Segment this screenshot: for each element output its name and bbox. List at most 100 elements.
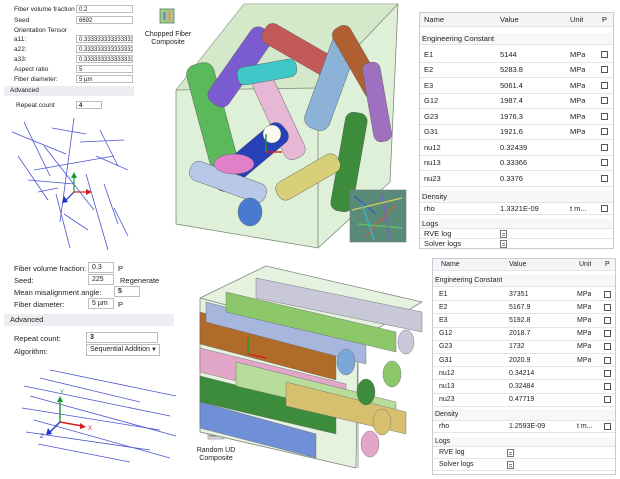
algorithm-select[interactable]: Sequential Addition ▼ (86, 344, 160, 356)
document-icon[interactable] (507, 448, 514, 457)
parameter-checkbox[interactable] (604, 316, 611, 324)
header-unit[interactable]: Unit (579, 259, 591, 270)
misalignment-angle-field[interactable]: 5 (114, 286, 140, 297)
parameter-checkbox[interactable] (601, 143, 608, 151)
table-row[interactable]: E1 37351 MPa (433, 288, 615, 302)
table-row[interactable]: nu13 0.33366 (420, 156, 613, 171)
a33-field[interactable]: 0.333333333333333 (76, 55, 133, 63)
a22-field[interactable]: 0.333333333333333 (76, 45, 133, 53)
table-row[interactable]: nu23 0.47719 (433, 394, 615, 407)
cell-name: G31 (424, 127, 439, 137)
group-density[interactable]: Density (420, 191, 613, 203)
table-row[interactable]: RVE log (420, 229, 613, 239)
table-row[interactable]: rho 1.2593E-09 t m... (433, 421, 615, 433)
folder-icon[interactable] (500, 239, 507, 248)
parameter-checkbox[interactable] (604, 396, 611, 404)
group-label: Engineering Constant (435, 277, 503, 284)
cell-unit: MPa (570, 49, 586, 59)
ud-fiber-volume-field[interactable]: 0.3 (88, 262, 114, 273)
group-engineering-constant[interactable]: Engineering Constant (433, 275, 615, 287)
aspect-ratio-label: Aspect ratio (14, 66, 49, 73)
table-row[interactable]: nu23 0.3376 (420, 171, 613, 187)
regenerate-button[interactable]: Regenerate (120, 276, 159, 285)
a11-field[interactable]: 0.333333333333333 (76, 35, 133, 43)
group-density[interactable]: Density (433, 409, 615, 421)
cell-unit: MPa (577, 330, 592, 338)
repeat-count-field[interactable]: 4 (76, 101, 102, 109)
parameter-checkbox[interactable] (601, 50, 608, 58)
random-ud-rve-view[interactable] (196, 262, 426, 470)
parameter-checkbox[interactable] (604, 356, 611, 364)
parameter-checkbox[interactable] (601, 174, 608, 182)
parameter-checkbox[interactable] (604, 330, 611, 338)
parameter-checkbox[interactable] (601, 205, 608, 212)
parameter-checkbox[interactable] (601, 66, 608, 74)
parameter-checkbox[interactable] (604, 303, 611, 311)
table-row[interactable]: RVE log (433, 447, 615, 459)
cell-value: 1921.6 (500, 127, 523, 137)
header-value[interactable]: Value (509, 259, 526, 270)
cell-name: nu23 (424, 173, 441, 183)
parameter-checkbox[interactable] (601, 159, 608, 167)
seed-field[interactable]: 6692 (76, 16, 133, 24)
ud-fiber-diameter-field[interactable]: 5 µm (88, 298, 114, 309)
header-p[interactable]: P (602, 13, 607, 26)
table-row[interactable]: G23 1732 MPa (433, 341, 615, 354)
parameter-checkbox[interactable] (604, 343, 611, 351)
cell-unit: MPa (577, 303, 592, 311)
group-logs[interactable]: Logs (433, 437, 615, 447)
group-engineering-constant[interactable]: Engineering Constant (420, 33, 613, 45)
table-row[interactable]: E3 5192.8 MPa (433, 314, 615, 328)
parameter-checkbox[interactable] (604, 290, 611, 298)
header-unit[interactable]: Unit (570, 13, 583, 26)
table-row[interactable]: G12 1987.4 MPa (420, 94, 613, 109)
table-row[interactable]: G12 2018.7 MPa (433, 328, 615, 341)
parameter-checkbox[interactable] (601, 81, 608, 89)
table-row[interactable]: E2 5167.9 MPa (433, 301, 615, 315)
header-name[interactable]: Name (424, 13, 444, 26)
parameter-checkbox[interactable] (601, 128, 608, 136)
parameter-checkbox[interactable] (604, 423, 611, 430)
table-row[interactable]: G31 1921.6 MPa (420, 125, 613, 140)
a33-label: a33: (14, 56, 27, 63)
ud-repeat-count-field[interactable]: 3 (86, 332, 158, 343)
parameter-checkbox[interactable] (604, 369, 611, 377)
table-row[interactable]: Solver logs (420, 239, 613, 248)
cell-value: 5192.8 (509, 316, 531, 324)
cell-name: E2 (424, 65, 434, 75)
ud-seed-field[interactable]: 225 (88, 274, 114, 285)
folder-icon[interactable] (507, 460, 514, 469)
aspect-ratio-field[interactable]: 5 (76, 65, 133, 73)
group-logs[interactable]: Logs (420, 219, 613, 229)
table-row[interactable]: E2 5283.8 MPa (420, 63, 613, 78)
header-value[interactable]: Value (500, 13, 519, 26)
ud-fiber-volume-param[interactable]: P (118, 264, 123, 273)
fiber-volume-field[interactable]: 0.2 (76, 5, 133, 13)
parameter-checkbox[interactable] (604, 382, 611, 390)
advanced-section-header[interactable]: Advanced (4, 86, 134, 96)
table-row[interactable]: nu12 0.32439 (420, 140, 613, 156)
table-row[interactable]: E3 5061.4 MPa (420, 78, 613, 94)
table-row[interactable]: nu12 0.34214 (433, 367, 615, 381)
parameter-checkbox[interactable] (601, 112, 608, 120)
table-row[interactable]: G23 1976.3 MPa (420, 109, 613, 125)
ud-advanced-section-header[interactable]: Advanced (4, 314, 174, 326)
parameter-checkbox[interactable] (601, 97, 608, 105)
table-row[interactable]: nu13 0.32484 (433, 380, 615, 394)
header-name[interactable]: Name (441, 259, 460, 270)
z-axis-label: Z (40, 434, 44, 440)
ud-fiber-diameter-param[interactable]: P (118, 300, 123, 309)
cell-unit: MPa (570, 127, 586, 137)
table-row[interactable]: Solver logs (433, 459, 615, 471)
cell-name: E2 (439, 303, 448, 311)
group-label: Logs (435, 438, 451, 445)
group-label: Density (435, 411, 459, 418)
table-row[interactable]: G31 2020.9 MPa (433, 354, 615, 368)
ud-fiber-orientation-viewport[interactable]: Y X Z (20, 366, 180, 466)
header-p[interactable]: P (605, 259, 610, 270)
fiber-diameter-field[interactable]: 5 µm (76, 75, 133, 83)
document-icon[interactable] (500, 229, 507, 238)
table-row[interactable]: E1 5144 MPa (420, 47, 613, 63)
table-row[interactable]: rho 1.3321E-09 t m... (420, 203, 613, 215)
fiber-orientation-viewport[interactable] (4, 112, 134, 260)
